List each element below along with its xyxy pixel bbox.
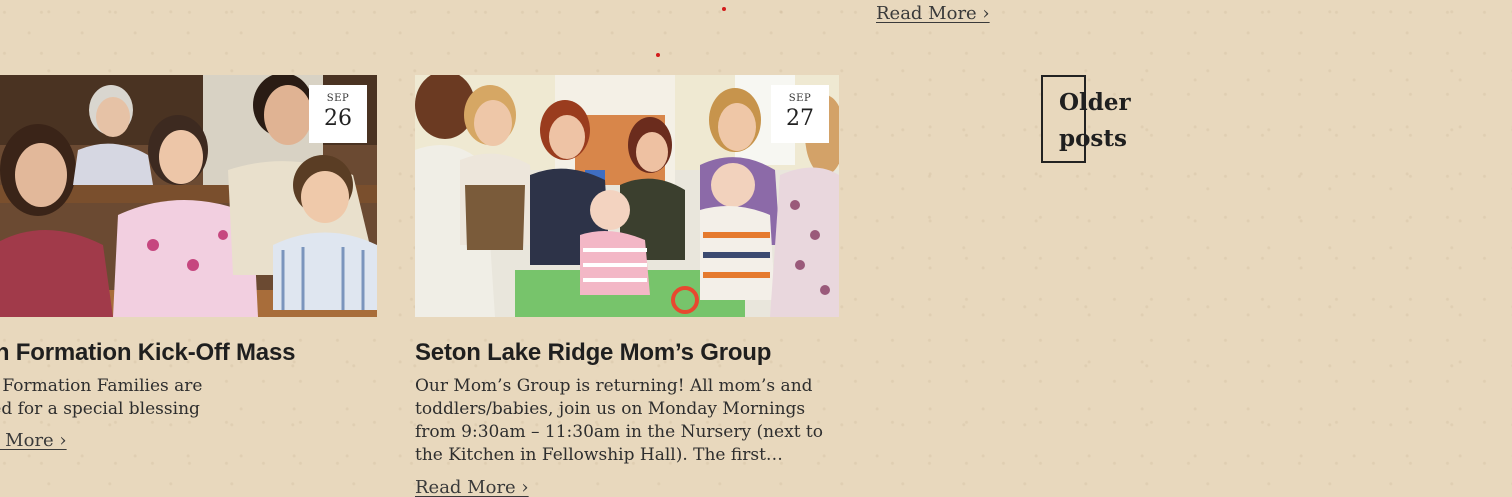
post-excerpt: Our Mom’s Group is returning! All mom’s … xyxy=(415,376,823,465)
post-title[interactable]: Faith Formation Kick-Off Mass xyxy=(0,339,377,367)
date-day: 27 xyxy=(786,106,814,131)
decorative-dot xyxy=(656,53,660,57)
post-title[interactable]: Seton Lake Ridge Mom’s Group xyxy=(415,339,839,367)
date-day: 26 xyxy=(324,106,352,131)
read-more-link[interactable]: Read More › xyxy=(0,430,67,451)
post-image[interactable]: SEP 26 xyxy=(0,75,377,317)
date-month: SEP xyxy=(788,93,812,104)
read-more-link[interactable]: Read More › xyxy=(415,477,529,497)
date-badge: SEP 27 xyxy=(771,85,829,143)
read-more-link[interactable]: Read More › xyxy=(876,3,990,24)
older-posts-link[interactable]: Older posts xyxy=(1059,85,1169,157)
decorative-dot xyxy=(722,7,726,11)
date-badge: SEP 26 xyxy=(309,85,367,143)
post-card-moms-group: SEP 27 Seton Lake Ridge Mom’s Group Our … xyxy=(415,75,839,497)
post-card-faith-formation: SEP 26 Faith Formation Kick-Off Mass Fai… xyxy=(0,75,377,451)
date-month: SEP xyxy=(326,93,350,104)
post-image[interactable]: SEP 27 xyxy=(415,75,839,317)
post-excerpt: Faith Formation Families are invited for… xyxy=(0,376,203,419)
